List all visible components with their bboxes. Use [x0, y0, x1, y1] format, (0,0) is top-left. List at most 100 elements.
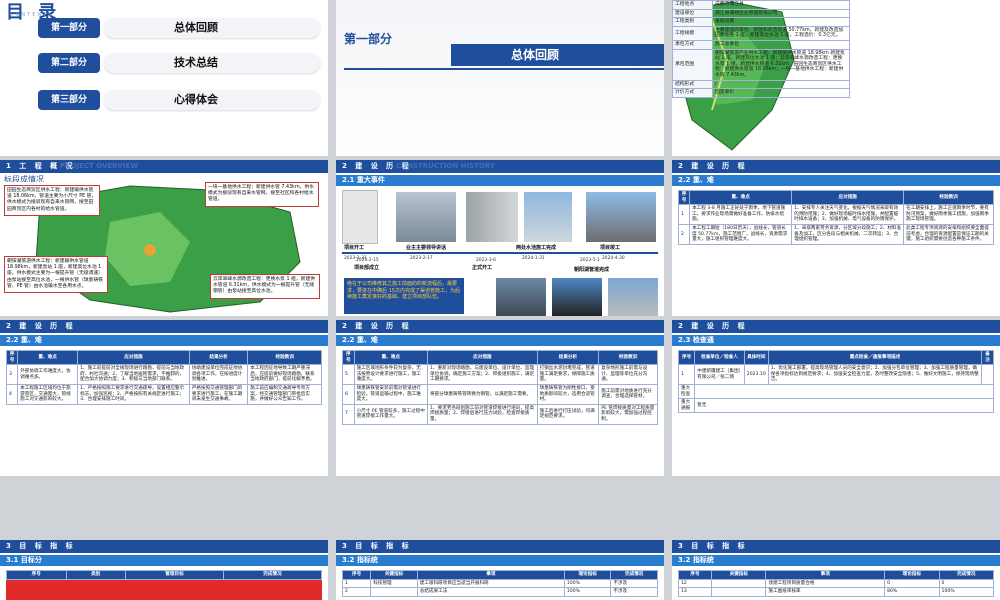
header-text: 3 目 标 指 标 [678, 542, 748, 550]
column-header: 重点检查／通报事项描述 [767, 349, 983, 366]
info-row: 计价方式 固定单价 [672, 88, 850, 98]
slide-grid: 目 录 CONTENTS 第一部分 总体回顾 第二部分 技术总结 第三部分 心得… [0, 0, 1000, 600]
header-text: 2 建 设 历 程 [678, 322, 748, 330]
chapter-label: 第一部分 [344, 32, 393, 46]
slide-section-divider[interactable]: 第一部分 总体回顾 [336, 0, 664, 156]
table-row: 2 总结成果工法 100% 不涉及 [341, 587, 658, 597]
table-cell: 协助建设单位完成征地协调各项工作，在按进度计划推进。 [188, 364, 249, 385]
slide-difficulties-2[interactable]: 2 建 设 历 程 2.2 重、难 序号 重、难点 应对措施 结果分析 经验教训 3 外部协… [0, 320, 328, 476]
info-row: 工程类别 基础设施 [672, 17, 850, 27]
table-row: 7 小尺寸 PE 管道较多，施工过程中管道焊接工作量大。 1、要求劳务班组施工前对管… [342, 403, 658, 425]
table-row: 5 施工区域地形条件较为复杂，无法按原设计要求进行施工，施工难度大。 1、重新对现场… [342, 364, 658, 385]
slide-indicators-1[interactable]: 3 目 标 指 标 3.2 指标统 序号 关键指标 事项 理论指标 完成情况 1 科技管理建… [336, 540, 664, 600]
event-date: 2023-2-17 [410, 256, 433, 261]
header-text: 2 建 设 历 程 [342, 322, 412, 330]
slide-inspection[interactable]: 2 建 设 历 程 2.3 检查通 序号 检查单位／检查人 具体时间 重点检查／通报事… [672, 320, 1000, 476]
contents-item-3[interactable]: 第三部分 心得体会 [38, 90, 320, 110]
table-row: 2 本工程工期短（180日历天），战线长，管道长度 50.77km，施工范围广，战… [677, 223, 994, 245]
column-header: 序号 [341, 570, 372, 580]
table-cell: 5 [342, 364, 355, 385]
slide-header: 3 目 标 指 标 [672, 540, 1000, 553]
slide-difficulties-3[interactable]: 2 建 设 历 程 2.2 重、难 序号 重、难点 应对措施 结果分析 经验教训 5 施工区… [336, 320, 664, 476]
slide-header: 2 建 设 历 程 [672, 160, 1000, 173]
table-row: 4 本工程施工区域均位于旅游景区，交通量大，管线施工对交通影响较大。 1、严格按照施… [5, 383, 322, 405]
table-cell: 80% [884, 587, 940, 597]
column-header: 序号 [6, 570, 67, 580]
slide-header: 1 工 程 概 况 PROJECT OVERVIEW [0, 160, 328, 173]
table-cell: 施工图纸审核率 [765, 587, 886, 597]
contents-tag: 第二部分 [38, 53, 100, 73]
divider-line [344, 68, 664, 70]
event-date: 2024-4-30 [602, 256, 625, 261]
event-label: 项目部成立 [354, 265, 380, 271]
column-header: 结果分析 [536, 349, 600, 366]
slide-subheader: 2.2 重、难 [0, 335, 328, 346]
slide-header: 2 建 设 历 程 CONSTRUCTION HISTORY [336, 160, 664, 173]
contents-item-1[interactable]: 第一部分 总体回顾 [38, 18, 320, 38]
info-key: 工程类别 [672, 17, 713, 27]
table-cell: 施工后进行打压试验，均满足规范要求。 [536, 403, 600, 425]
contents-tag: 第一部分 [38, 18, 100, 38]
info-value: 蒲江县蒲禄企业管理有限公司 [712, 8, 850, 19]
table-cell: 在工期安排上，施工正值雨季时节，要有防汛预案，做好雨季施工措施，加强雨季施工现场… [903, 204, 994, 225]
table-cell: 13 [677, 587, 713, 597]
header-text: 3 目 标 指 标 [342, 542, 412, 550]
event-date: 2023-2-15 [356, 258, 379, 263]
slide-targets[interactable]: 3 目 标 指 标 3.1 目标分 序号 类别 管理目标 完成情况 [0, 540, 328, 600]
header-text: 2 建 设 历 程 [6, 322, 76, 330]
column-header: 序号 [677, 349, 696, 366]
table-cell: 2 [677, 223, 691, 245]
column-header: 类别 [65, 570, 126, 580]
table-cell [694, 383, 994, 400]
column-header: 序号 [677, 189, 691, 206]
column-header: 序号 [677, 570, 713, 580]
event-date: 2023-5-1 [580, 258, 600, 263]
table-cell: 小尺寸 PE 管道较多，施工过程中管道焊接工作量大。 [353, 403, 429, 425]
slide-overview-map[interactable]: 1 工 程 概 况 PROJECT OVERVIEW 标段成情况 田园生态商贸区供… [0, 160, 328, 316]
event-label: 项目竣工 [600, 245, 621, 251]
table-cell: 复杂地形施工前需与设计、监理等单位充分沟通。 [598, 364, 658, 385]
column-header: 完成情况 [610, 570, 658, 580]
info-value: 主要建设内容为：新建和改造管道 50.77km，新建及改造加压泵站各 1 座，新… [712, 25, 850, 41]
column-header: 事项 [765, 570, 886, 580]
table-cell: 100% [563, 587, 612, 597]
slide-project-info[interactable]: 工程地点 成都市蒲江县 建设单位 蒲江县蒲禄企业管理有限公司 工程类别 基础设施 工程规模主… [672, 0, 1000, 156]
slide-difficulties-1[interactable]: 2 建 设 历 程 2.2 重、难 序号 重、难点 应对措施 经验教训 1 本工程 3-8… [672, 160, 1000, 316]
column-header: 备注 [981, 349, 994, 366]
column-header: 检查单位／检查人 [694, 349, 745, 366]
target-table: 序号 类别 管理目标 完成情况 [6, 570, 323, 580]
column-header: 完成情况 [938, 570, 995, 580]
slide-milestones[interactable]: 2 建 设 历 程 CONSTRUCTION HISTORY 2.1 重大事件 项… [336, 160, 664, 316]
table-cell [711, 578, 767, 589]
timeline-line [342, 252, 658, 254]
table-cell: 3 [5, 364, 19, 385]
column-header: 重、难点 [17, 349, 79, 366]
header-ghost: PROJECT OVERVIEW [60, 162, 139, 170]
table-cell: 2023.10 [743, 364, 769, 385]
event-date: 2024-1-31 [522, 256, 545, 261]
photo-pool [524, 192, 572, 242]
slide-subheader: 3.2 指标统 [336, 555, 664, 566]
info-row: 工程规模 主要建设内容为：新建和改造管道 50.77km，新建及改造加压泵站各 1… [672, 25, 850, 41]
indicator-table-1: 序号 关键指标 事项 理论指标 完成情况 1 科技管理 建工级科研项目应当适当开展科研 100%… [341, 570, 658, 597]
info-value: 基础设施 [712, 17, 850, 27]
photo-wall [466, 192, 518, 242]
slide-contents[interactable]: 目 录 CONTENTS 第一部分 总体回顾 第二部分 技术总结 第三部分 心得… [0, 0, 328, 156]
table-cell: 将部分球墨铸铁管转换为钢管，以满足施工需要。 [427, 383, 538, 405]
slide-indicators-2[interactable]: 3 目 标 指 标 3.2 指标统 序号 关键指标 事项 理论指标 完成情况 12 领建工程… [672, 540, 1000, 600]
column-header: 理论指标 [563, 570, 612, 580]
info-row: 建设单位 蒲江县蒲禄企业管理有限公司 [672, 8, 850, 19]
info-value: 固定单价 [712, 88, 850, 98]
table-row: 重大通报 暂无 [677, 398, 994, 414]
table-row: 1 本工程 3-8 月施工正好处于雨季，地下管道施工，要求作业现场需做好准备工作，… [677, 204, 994, 225]
column-header: 事项 [416, 570, 565, 580]
table-cell: 施工区域地形条件较为复杂，无法按原设计要求进行施工，施工难度大。 [353, 364, 429, 385]
table-row: 6 球墨铸铁管安装前需对管道进行检验，管道运输过程中，施工难度大。 将部分球墨铸铁管… [342, 383, 658, 405]
contents-item-2[interactable]: 第二部分 技术总结 [38, 53, 320, 73]
table-cell: 4 [5, 383, 19, 405]
table-cell: 球墨铸铁管为刚性接口，受地质影响较大，选用合适管材。 [536, 383, 600, 405]
info-row: 工程地点 成都市蒲江县 [672, 0, 850, 10]
info-row: 结构形式 / [672, 79, 850, 90]
slide-subheader: 2.2 重、难 [672, 175, 1000, 186]
photo-pipeline [552, 278, 602, 316]
